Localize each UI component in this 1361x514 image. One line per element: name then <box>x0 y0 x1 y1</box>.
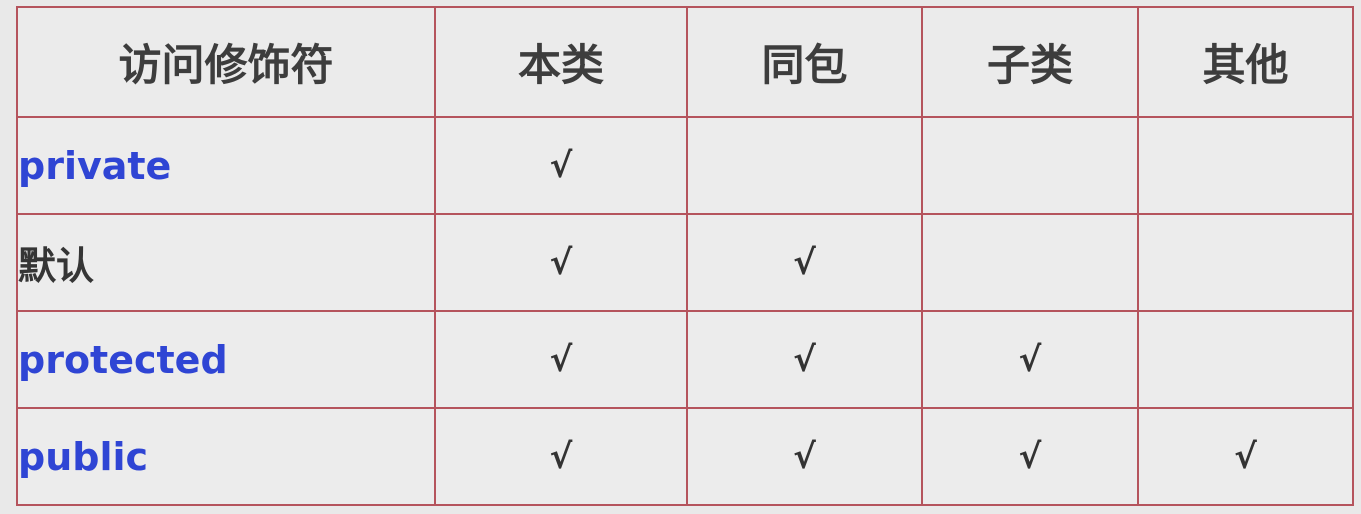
check-cell <box>1137 213 1354 312</box>
header-subclass: 子类 <box>921 6 1139 118</box>
header-access-modifier: 访问修饰符 <box>16 6 436 118</box>
header-row: 访问修饰符 本类 同包 子类 其他 <box>16 6 1354 118</box>
modifier-private: private <box>16 116 436 215</box>
modifier-protected: protected <box>16 310 436 409</box>
check-cell: √ <box>921 407 1139 506</box>
check-cell: √ <box>434 213 688 312</box>
check-cell: √ <box>434 310 688 409</box>
header-other: 其他 <box>1137 6 1354 118</box>
check-cell: √ <box>686 407 923 506</box>
access-modifier-table: 访问修饰符 本类 同包 子类 其他 private √ 默认 √ √ prote… <box>16 6 1354 506</box>
modifier-public: public <box>16 407 436 506</box>
check-cell <box>686 116 923 215</box>
check-cell <box>921 213 1139 312</box>
check-cell: √ <box>434 407 688 506</box>
table-row-default: 默认 √ √ <box>16 213 1354 312</box>
table-row-private: private √ <box>16 116 1354 215</box>
check-cell: √ <box>686 310 923 409</box>
check-cell <box>921 116 1139 215</box>
table-row-protected: protected √ √ √ <box>16 310 1354 409</box>
header-same-package: 同包 <box>686 6 923 118</box>
check-cell <box>1137 310 1354 409</box>
slide-frame: 访问修饰符 本类 同包 子类 其他 private √ 默认 √ √ prote… <box>0 0 1361 514</box>
header-same-class: 本类 <box>434 6 688 118</box>
check-cell: √ <box>686 213 923 312</box>
check-cell: √ <box>434 116 688 215</box>
modifier-default: 默认 <box>16 213 436 312</box>
check-cell: √ <box>1137 407 1354 506</box>
check-cell: √ <box>921 310 1139 409</box>
check-cell <box>1137 116 1354 215</box>
table-row-public: public √ √ √ √ <box>16 407 1354 506</box>
